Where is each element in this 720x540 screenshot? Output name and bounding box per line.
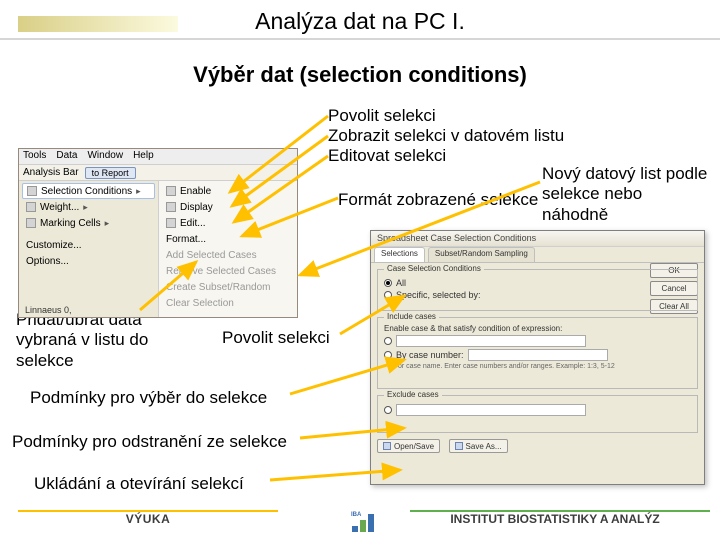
group-include: Include cases Enable case & that satisfy… (377, 317, 698, 389)
bycase-input[interactable] (468, 349, 608, 361)
footer-right: INSTITUT BIOSTATISTIKY A ANALÝZ (410, 512, 700, 530)
label-enable: Povolit selekci (328, 106, 436, 126)
label-format: Formát zobrazené selekce (338, 190, 538, 210)
mark-icon (26, 218, 36, 228)
mi-options[interactable]: Options... (22, 253, 155, 269)
to-report-pill[interactable]: to Report (85, 167, 136, 179)
dialog-tabs: Selections Subset/Random Sampling (371, 247, 704, 263)
mi-marking[interactable]: Marking Cells (22, 215, 155, 231)
expr-label: Enable case & that satisfy condition of … (384, 324, 691, 333)
open-save-button[interactable]: Open/Save (377, 439, 440, 453)
mi-selection-conditions[interactable]: Selection Conditions (22, 183, 155, 199)
menu-tools[interactable]: Tools (23, 150, 46, 163)
eye-icon (166, 202, 176, 212)
label-include: Podmínky pro výběr do selekce (30, 388, 267, 408)
mi-display[interactable]: Display (162, 199, 294, 215)
mi-weight[interactable]: Weight... (22, 199, 155, 215)
mi-customize[interactable]: Customize... (22, 237, 155, 253)
tab-selections[interactable]: Selections (374, 247, 425, 262)
pencil-icon (166, 218, 176, 228)
group-enable-legend: Case Selection Conditions (384, 264, 484, 273)
selection-dialog: Spreadsheet Case Selection Conditions Se… (370, 230, 705, 485)
statistica-menu-screenshot: Tools Data Window Help Analysis Bar to R… (18, 148, 298, 318)
mi-edit[interactable]: Edit... (162, 215, 294, 231)
expr-row (384, 335, 691, 347)
mi-remove-selected: Remove Selected Cases (162, 263, 294, 279)
radio-specific[interactable]: Specific, selected by: (384, 290, 691, 300)
bycase-row: By case number: (384, 349, 691, 361)
title-rule (0, 38, 720, 40)
iba-logo: IBA (352, 512, 382, 532)
mi-format[interactable]: Format... (162, 231, 294, 247)
check-icon (166, 186, 176, 196)
tab-subset[interactable]: Subset/Random Sampling (428, 247, 535, 262)
menu-window[interactable]: Window (87, 150, 123, 163)
slide-title: Analýza dat na PC I. (0, 8, 720, 35)
menu-data[interactable]: Data (56, 150, 77, 163)
save-as-button[interactable]: Save As... (449, 439, 508, 453)
menu-left-column: Selection Conditions Weight... Marking C… (19, 181, 158, 317)
slide-subtitle: Výběr dat (selection conditions) (0, 62, 720, 88)
group-exclude-legend: Exclude cases (384, 390, 442, 399)
group-exclude: Exclude cases (377, 395, 698, 433)
bycase-hint: or case name. Enter case numbers and/or … (398, 363, 691, 370)
excl-expr-input[interactable] (396, 404, 586, 416)
excl-expr-row (384, 404, 691, 416)
folder-icon (383, 442, 391, 450)
mi-enable[interactable]: Enable (162, 183, 294, 199)
label-saveload: Ukládání a otevírání selekcí (34, 474, 244, 494)
dialog-caption: Spreadsheet Case Selection Conditions (371, 231, 704, 247)
filter-icon (27, 186, 37, 196)
group-include-legend: Include cases (384, 312, 439, 321)
label-newsheet: Nový datový list podle selekce nebo náho… (542, 164, 712, 225)
menu-help[interactable]: Help (133, 150, 154, 163)
analysis-bar: Analysis Bar to Report (19, 165, 297, 181)
mi-create-subset: Create Subset/Random (162, 279, 294, 295)
disk-icon (455, 442, 463, 450)
menubar: Tools Data Window Help (19, 149, 297, 165)
expression-input[interactable] (396, 335, 586, 347)
label-enable2: Povolit selekci (222, 328, 330, 348)
analysis-bar-label: Analysis Bar (23, 167, 79, 178)
status-extra: Linnaeus 0, (25, 305, 72, 315)
mi-clear-selection: Clear Selection (162, 295, 294, 311)
radio-all[interactable]: All (384, 278, 691, 288)
group-enable: Case Selection Conditions All Specific, … (377, 269, 698, 311)
weight-icon (26, 202, 36, 212)
label-edit: Editovat selekci (328, 146, 446, 166)
menu-right-column: Enable Display Edit... Format... Add Sel… (158, 181, 297, 317)
label-exclude: Podmínky pro odstranění ze selekce (12, 432, 287, 452)
mi-add-selected: Add Selected Cases (162, 247, 294, 263)
label-addremove: Přidat/ubrat data vybraná v listu do sel… (16, 310, 186, 371)
footer-left: VÝUKA (18, 512, 278, 530)
label-display: Zobrazit selekci v datovém listu (328, 126, 564, 146)
